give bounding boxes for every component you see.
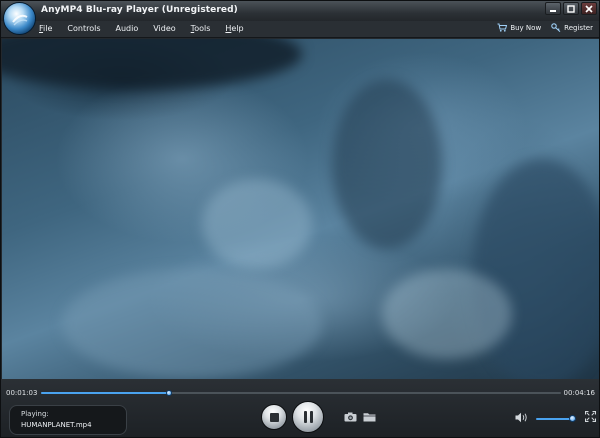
cart-icon [497,23,508,32]
playback-controls: 00:01:03 00:04:16 Playing: HUMANPLANET.m… [1,379,599,437]
current-time: 00:01:03 [6,389,38,397]
maximize-icon [567,4,575,13]
pause-icon [303,411,313,423]
menu-help[interactable]: Help [225,24,243,33]
stop-button[interactable] [261,404,287,430]
buy-now-label: Buy Now [510,23,542,32]
mute-button[interactable] [515,412,528,425]
pause-button[interactable] [292,401,324,433]
file-name: HUMANPLANET.mp4 [21,421,92,429]
stop-icon [269,412,279,422]
window-title: AnyMP4 Blu-ray Player (Unregistered) [41,5,238,15]
register-link[interactable]: Register [551,23,593,32]
title-bar[interactable]: AnyMP4 Blu-ray Player (Unregistered) [1,1,599,35]
folder-icon [363,413,375,422]
now-playing-panel: Playing: HUMANPLANET.mp4 [9,405,127,435]
minimize-button[interactable] [545,2,561,15]
account-links: Buy Now Register [497,23,593,32]
seek-handle[interactable] [165,390,172,396]
main-menu: File Controls Audio Video Tools Help [39,24,259,33]
seek-bar[interactable] [41,390,561,396]
menu-audio[interactable]: Audio [116,24,139,33]
open-file-button[interactable] [362,411,376,423]
register-label: Register [564,23,593,32]
anymp4-logo-icon[interactable] [3,2,36,35]
close-icon [585,4,593,13]
player-window: AnyMP4 Blu-ray Player (Unregistered) Fil… [0,0,600,438]
buy-now-link[interactable]: Buy Now [497,23,541,32]
fullscreen-button[interactable] [584,410,597,424]
total-time: 00:04:16 [563,389,595,397]
fullscreen-icon [584,410,597,423]
video-frame[interactable] [2,39,599,379]
volume-slider[interactable] [536,415,576,422]
close-button[interactable] [581,2,597,15]
menu-file[interactable]: File [39,24,52,33]
menu-tools[interactable]: Tools [191,24,211,33]
maximize-button[interactable] [563,2,579,15]
minimize-icon [550,9,556,12]
window-controls [545,2,597,15]
volume-handle[interactable] [569,415,576,422]
snapshot-button[interactable] [343,411,357,423]
key-icon [551,23,561,32]
seek-progress [41,392,169,394]
playing-label: Playing: [21,410,49,418]
menu-controls[interactable]: Controls [67,24,100,33]
camera-icon [344,412,356,422]
speaker-icon [515,412,527,423]
menu-bar: File Controls Audio Video Tools Help Buy… [1,21,599,38]
menu-video[interactable]: Video [153,24,175,33]
